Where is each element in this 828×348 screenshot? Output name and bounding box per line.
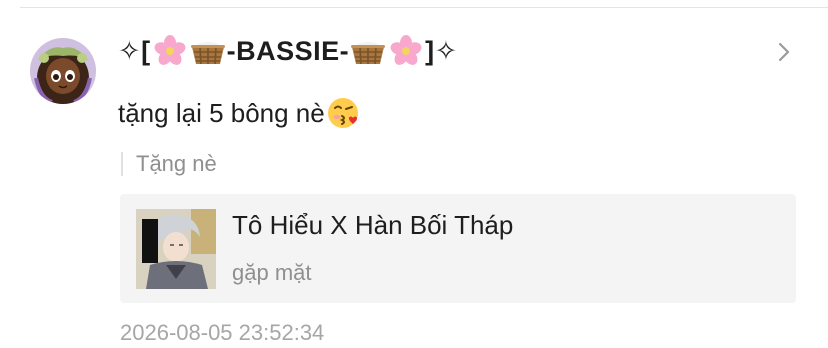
chevron-right-icon[interactable] — [772, 40, 796, 64]
post-timestamp: 2026-08-05 23:52:34 — [120, 320, 325, 345]
gift-card[interactable]: Tô Hiểu X Hàn Bối Tháp gặp mặt — [120, 194, 796, 303]
username[interactable]: ✧[ -BASSIE- ]✧ — [118, 32, 458, 70]
gift-card-title: Tô Hiểu X Hàn Bối Tháp — [232, 209, 514, 240]
gift-card-subtitle: gặp mặt — [232, 260, 312, 285]
cherry-blossom-icon — [390, 35, 422, 65]
basket-icon — [351, 42, 386, 65]
message-body: tặng lại 5 bông nè — [118, 97, 325, 128]
username-prefix: ✧[ — [118, 35, 151, 66]
gift-label: Tặng nè — [136, 151, 217, 176]
anime-character-cover-icon — [136, 209, 216, 289]
top-divider — [20, 7, 828, 8]
gift-label-bar — [121, 152, 123, 176]
anime-girl-avatar-icon — [30, 38, 96, 104]
message-text: tặng lại 5 bông nè — [118, 93, 361, 133]
cherry-blossom-icon — [154, 35, 186, 65]
username-suffix: ]✧ — [425, 35, 458, 66]
gift-card-cover — [136, 209, 216, 289]
face-blowing-kiss-icon — [327, 98, 358, 128]
basket-icon — [190, 42, 225, 65]
username-core: -BASSIE- — [226, 35, 350, 66]
user-avatar[interactable] — [30, 38, 96, 104]
